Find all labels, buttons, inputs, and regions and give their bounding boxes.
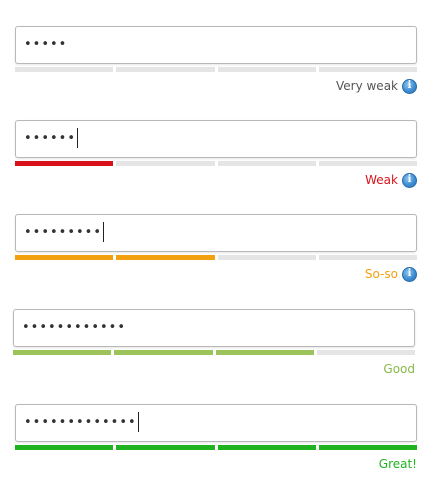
strength-meter	[15, 161, 417, 166]
strength-meter-segment	[316, 350, 415, 355]
strength-meter-segment	[318, 255, 417, 260]
password-input[interactable]: ••••••••••••	[13, 309, 415, 347]
strength-meter-segment	[318, 67, 417, 72]
masked-password: ••••••••••••	[22, 319, 127, 335]
strength-meter-segment	[215, 350, 314, 355]
strength-meter-segment	[318, 161, 417, 166]
strength-label: So-so	[364, 267, 398, 281]
password-input[interactable]: •••••••••	[15, 214, 417, 252]
text-caret	[137, 412, 139, 432]
masked-password: •••••••••••••	[24, 414, 137, 430]
strength-status: Weak i	[15, 170, 417, 190]
strength-meter-segment	[15, 161, 114, 166]
strength-meter	[15, 255, 417, 260]
password-input[interactable]: •••••	[15, 26, 417, 64]
strength-meter-segment	[114, 350, 213, 355]
strength-label: Good	[383, 362, 415, 376]
info-icon[interactable]: i	[402, 266, 417, 282]
info-icon[interactable]: i	[402, 78, 417, 94]
strength-meter-segment	[116, 161, 215, 166]
strength-meter	[15, 445, 417, 450]
strength-meter-segment	[217, 255, 316, 260]
password-strength-example-so-so: ••••••••• So-so i	[15, 214, 417, 284]
strength-meter-segment	[217, 67, 316, 72]
strength-label: Very weak	[335, 79, 398, 93]
text-caret	[103, 222, 105, 242]
strength-meter-segment	[318, 445, 417, 450]
strength-meter-segment	[217, 161, 316, 166]
strength-label: Great!	[378, 457, 417, 471]
text-caret	[77, 128, 79, 148]
strength-status: So-so i	[15, 264, 417, 284]
password-strength-example-good: •••••••••••• Good	[13, 309, 415, 379]
password-input[interactable]: ••••••	[15, 120, 417, 158]
strength-meter	[15, 67, 417, 72]
strength-meter-segment	[116, 67, 215, 72]
strength-label: Weak	[365, 173, 398, 187]
masked-password: •••••	[24, 36, 68, 52]
strength-meter-segment	[116, 445, 215, 450]
info-icon[interactable]: i	[402, 172, 417, 188]
password-strength-example-very-weak: ••••• Very weak i	[15, 26, 417, 96]
strength-status: Good	[13, 359, 415, 379]
strength-status: Very weak i	[15, 76, 417, 96]
password-strength-example-weak: •••••• Weak i	[15, 120, 417, 190]
strength-meter	[13, 350, 415, 355]
strength-meter-segment	[15, 255, 114, 260]
strength-meter-segment	[217, 445, 316, 450]
password-input[interactable]: •••••••••••••	[15, 404, 417, 442]
strength-meter-segment	[15, 445, 114, 450]
strength-meter-segment	[15, 67, 114, 72]
masked-password: ••••••	[24, 130, 77, 146]
strength-status: Great!	[15, 454, 417, 474]
masked-password: •••••••••	[24, 224, 103, 240]
strength-meter-segment	[13, 350, 112, 355]
strength-meter-segment	[116, 255, 215, 260]
password-strength-example-great: ••••••••••••• Great!	[15, 404, 417, 474]
